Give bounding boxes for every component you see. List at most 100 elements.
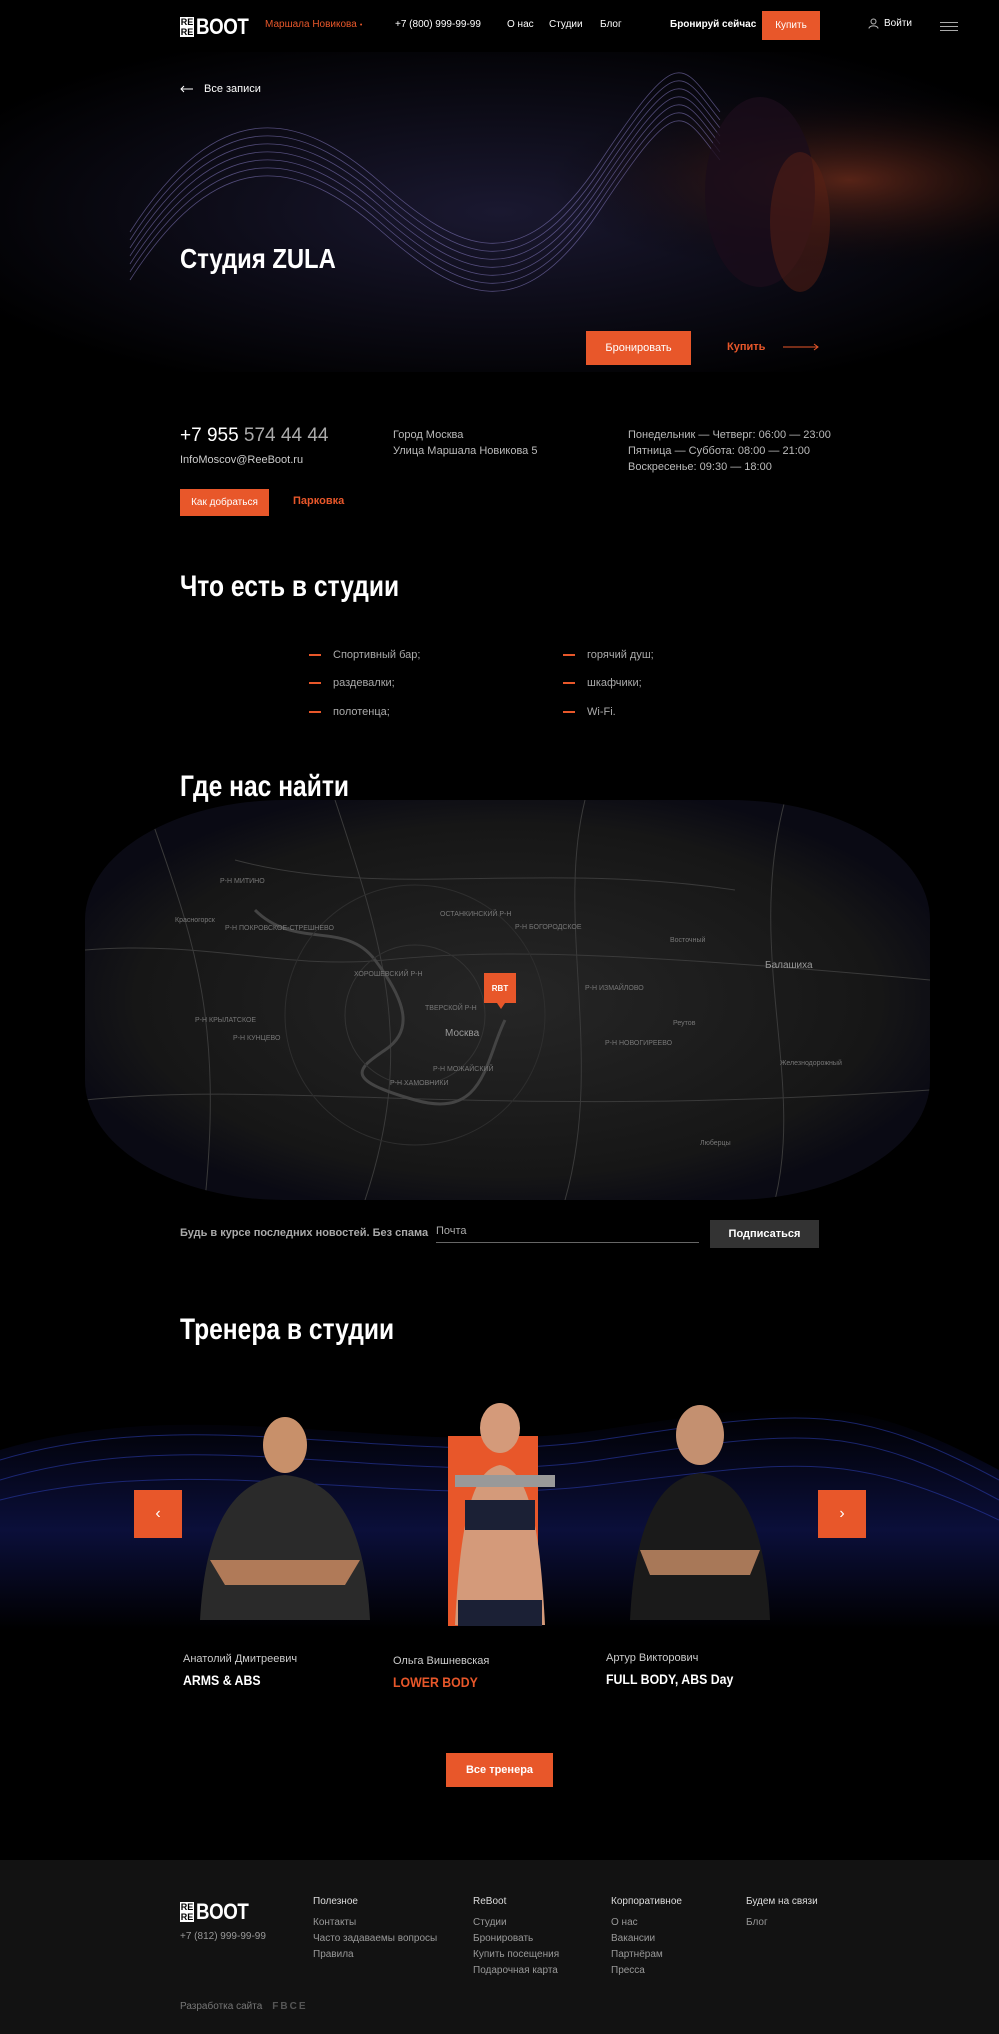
map-label: Р-Н ХАМОВНИКИ [390,1080,449,1087]
route-button[interactable]: Как добраться [180,489,269,516]
nav-about[interactable]: О нас [507,19,534,30]
amenity-label: Спортивный бар; [333,649,421,661]
dash-icon [309,682,321,684]
all-trainers-button[interactable]: Все тренера [446,1753,553,1787]
map-label: Р-Н ИЗМАЙЛОВО [585,985,644,992]
subscribe-text: Будь в курсе последних новостей. Без спа… [180,1227,429,1239]
location-label: Маршала Новикова [265,19,357,30]
hero-background [0,52,999,372]
footer-link[interactable]: Бронировать [473,1931,559,1947]
map-label: Восточный [670,937,706,944]
nav-studios[interactable]: Студии [549,19,583,30]
subscribe-button[interactable]: Подписаться [710,1220,819,1248]
amenity-label: раздевалки; [333,677,395,689]
hero-buy-label: Купить [727,341,766,353]
footer-link[interactable]: Вакансии [611,1931,682,1947]
map-label: Р-Н КУНЦЕВО [233,1035,281,1042]
map-label: Р-Н МИТИНО [220,878,265,885]
email-field[interactable]: Почта [436,1219,699,1243]
user-icon [868,18,879,29]
login-button[interactable]: Войти [868,18,912,29]
back-link[interactable]: Все записи [180,83,261,95]
footer-logo[interactable]: RE RE BOOT [180,1899,258,1925]
studio-email[interactable]: InfoMoscov@ReeBoot.ru [180,454,303,466]
developer-label: Разработка сайта [180,2001,263,2012]
footer-column: Корпоративное О нас Вакансии Партнёрам П… [611,1896,682,1979]
footer-link[interactable]: О нас [611,1915,682,1931]
map-label: Реутов [673,1020,696,1027]
map-label: Р-Н БОГОРОДСКОЕ [515,924,582,931]
trainers-title: Тренера в студии [180,1313,395,1346]
trainer-card[interactable]: Артур Викторович FULL BODY, ABS Day [606,1652,751,1687]
logo-text: BOOT [196,14,249,39]
parking-link[interactable]: Парковка [293,495,344,507]
location-selector[interactable]: Маршала Новикова • [265,19,362,30]
trainer-card[interactable]: Ольга Вишневская LOWER BODY [393,1655,489,1690]
amenity-item: Wi-Fi. [563,706,616,718]
trainers-next-button[interactable]: › [818,1490,866,1538]
logo[interactable]: RE RE BOOT [180,14,258,40]
opening-hours: Понедельник — Четверг: 06:00 — 23:00 Пят… [628,427,831,475]
map-label: ТВЕРСКОЙ Р-Н [425,1005,477,1012]
footer-column-title: Корпоративное [611,1896,682,1907]
amenity-label: Wi-Fi. [587,706,616,718]
footer-link[interactable]: Купить посещения [473,1947,559,1963]
footer-column: Будем на связи Блог [746,1896,818,1931]
map-label: Железнодорожный [780,1060,842,1067]
site-header: RE RE BOOT Маршала Новикова • +7 (800) 999… [0,0,999,52]
dash-icon [309,711,321,713]
map-title: Где нас найти [180,770,350,803]
trainer-name: Ольга Вишневская [393,1655,490,1667]
footer-link[interactable]: Партнёрам [611,1947,682,1963]
studio-phone[interactable]: +7 955 574 44 44 [180,425,328,447]
footer-column-title: Будем на связи [746,1896,818,1907]
footer-link[interactable]: Пресса [611,1963,682,1979]
trainers-prev-button[interactable]: ‹ [134,1490,182,1538]
trainer-specialty: ARMS & ABS [183,1672,261,1688]
hero-buy-link[interactable]: Купить [727,341,820,353]
hours-line: Пятница — Суббота: 08:00 — 21:00 [628,445,811,457]
nav-blog[interactable]: Блог [600,19,622,30]
logo-re-mark: RE RE [180,1902,194,1922]
amenity-label: шкафчики; [587,677,642,689]
studio-address: Город Москва Улица Маршала Новикова 5 [393,427,537,459]
footer-link[interactable]: Правила [313,1947,437,1963]
map-city-label: Москва [445,1028,480,1039]
trainer-specialty: FULL BODY, ABS Day [606,1671,734,1687]
book-now-link[interactable]: Бронируй сейчас [670,19,756,30]
amenity-item: полотенца; [309,706,390,718]
menu-icon[interactable] [940,22,958,31]
map-label: ХОРОШЕВСКИЙ Р-Н [354,971,423,978]
footer-phone[interactable]: +7 (812) 999-99-99 [180,1931,266,1942]
dash-icon [563,654,575,656]
amenity-item: горячий душ; [563,649,654,661]
map-label: Р-Н ПОКРОВСКОЕ-СТРЕШНЕВО [225,925,334,932]
footer-link[interactable]: Контакты [313,1915,437,1931]
amenity-item: Спортивный бар; [309,649,420,661]
footer-link[interactable]: Студии [473,1915,559,1931]
header-buy-button[interactable]: Купить [762,11,820,40]
hero-book-button[interactable]: Бронировать [586,331,691,365]
page-title: Студия ZULA [180,243,336,274]
developer-logo: FBCE [272,2001,308,2012]
footer-link[interactable]: Подарочная карта [473,1963,559,1979]
map-label: Р-Н КРЫЛАТСКОЕ [195,1017,257,1024]
footer-column: Полезное Контакты Часто задаваемы вопрос… [313,1896,437,1963]
developer-credit[interactable]: Разработка сайта FBCE [180,2001,308,2012]
amenity-item: шкафчики; [563,677,642,689]
footer-link[interactable]: Блог [746,1915,818,1931]
trainer-card[interactable]: Анатолий Дмитреевич ARMS & ABS [183,1653,297,1688]
map-pin-icon[interactable]: RBT [484,973,516,1009]
dash-icon [563,711,575,713]
footer-column-title: Полезное [313,1896,358,1907]
footer-link[interactable]: Часто задаваемы вопросы [313,1931,437,1947]
trainer-name: Анатолий Дмитреевич [183,1653,298,1665]
map-label: Р-Н НОВОГИРЕЕВО [605,1040,673,1047]
map-label: ОСТАНКИНСКИЙ Р-Н [440,911,512,918]
logo-re-mark: RE RE [180,17,194,37]
header-phone[interactable]: +7 (800) 999-99-99 [395,19,481,30]
dash-icon [309,654,321,656]
phone-number: 574 44 44 [243,425,329,446]
map-label: Красногорск [175,917,215,924]
address-street: Улица Маршала Новикова 5 [393,445,538,457]
